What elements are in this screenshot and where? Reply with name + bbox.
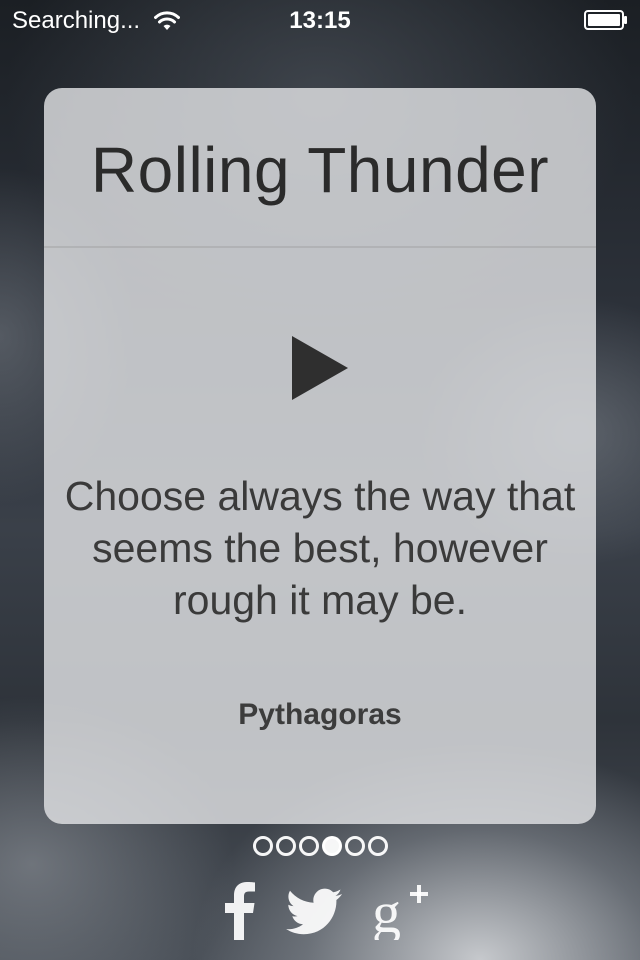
social-bar: g: [0, 880, 640, 944]
page-dot[interactable]: [298, 836, 319, 856]
page-dot[interactable]: [275, 836, 296, 856]
page-dot[interactable]: [344, 836, 365, 856]
quote-card[interactable]: Rolling Thunder Choose always the way th…: [44, 88, 596, 824]
page-dots[interactable]: [251, 836, 389, 856]
page-indicator[interactable]: [0, 836, 640, 856]
twitter-icon[interactable]: [286, 880, 342, 940]
svg-text:g: g: [372, 880, 401, 940]
page-dot[interactable]: [252, 836, 273, 856]
card-title: Rolling Thunder: [44, 88, 596, 248]
status-bar: Searching... 13:15: [0, 0, 640, 40]
facebook-icon[interactable]: [222, 880, 256, 940]
page-dot[interactable]: [321, 836, 342, 856]
quote-author: Pythagoras: [238, 698, 402, 731]
play-icon[interactable]: [290, 336, 350, 400]
page-dot[interactable]: [367, 836, 388, 856]
battery-icon: [584, 10, 627, 30]
quote-text: Choose always the way that seems the bes…: [64, 473, 576, 623]
clock: 13:15: [289, 7, 351, 34]
google-plus-icon[interactable]: g: [372, 880, 432, 940]
